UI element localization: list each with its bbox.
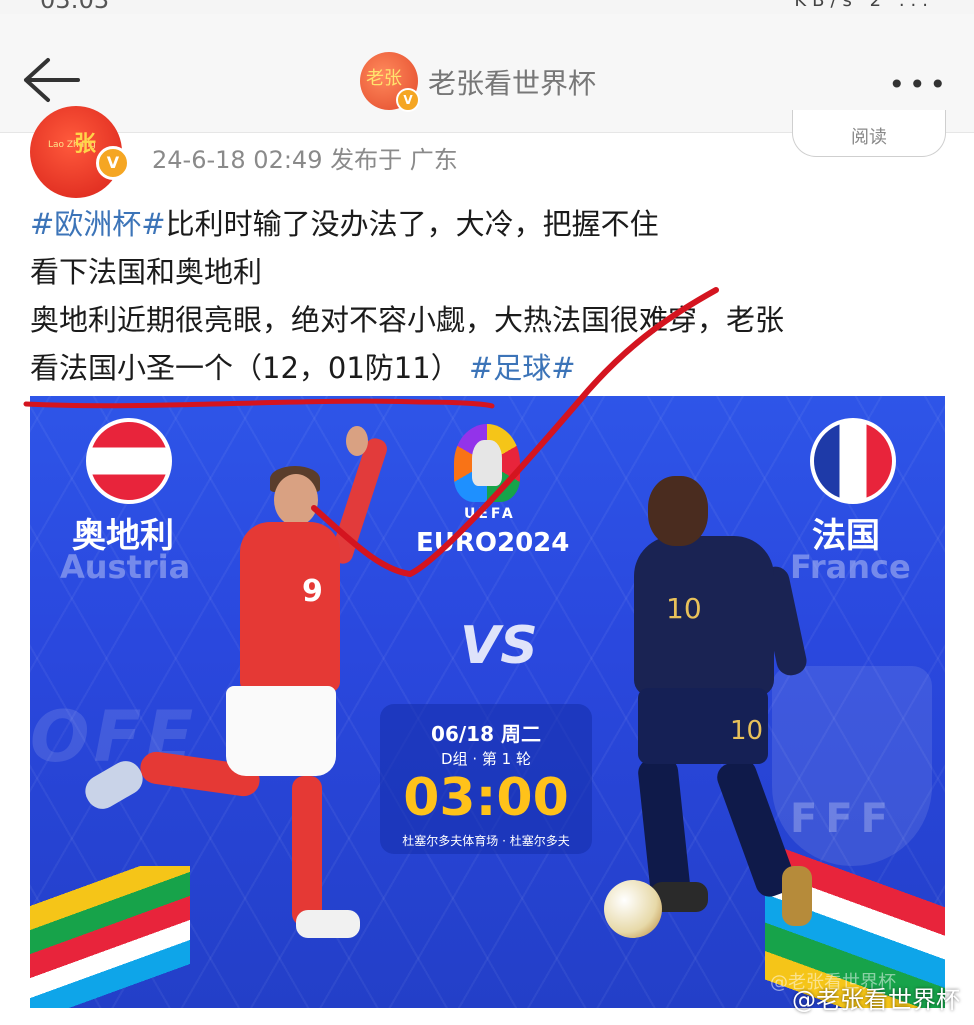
status-time: 03:03 <box>40 0 110 14</box>
post-meta: 24-6-18 02:49 发布于 广东 <box>152 146 458 174</box>
image-watermark: @老张看世界杯 <box>792 986 960 1014</box>
austria-player-leg <box>292 776 322 926</box>
euro-label: EURO2024 <box>416 528 570 558</box>
match-time: 03:00 <box>403 768 569 828</box>
post-line-3: 奥地利近期很亮眼，绝对不容小觑，大热法国很难穿，老张 <box>30 303 785 337</box>
match-info-box: 06/18 周二 D组 · 第 1 轮 03:00 杜塞尔多夫体育场 · 杜塞尔… <box>380 704 592 854</box>
back-button[interactable] <box>18 54 82 106</box>
hashtag-euro-cup[interactable]: #欧洲杯# <box>30 207 166 241</box>
post-line-1: #欧洲杯#比利时输了没办法了，大冷，把握不住 <box>30 200 950 248</box>
author-avatar-big-text: 张 <box>74 132 97 157</box>
post-line-4-text: 看法国小圣一个（12，01防11） <box>30 351 460 385</box>
more-button[interactable]: ••• <box>888 68 950 101</box>
stripes-left-decoration <box>30 866 190 1008</box>
austria-player-hand <box>346 426 368 456</box>
football-icon <box>604 880 662 938</box>
france-shorts-number: 10 <box>730 716 764 746</box>
france-player-head <box>648 476 708 546</box>
austria-player-body <box>240 522 340 692</box>
france-player-body <box>634 536 774 696</box>
post-body: #欧洲杯#比利时输了没办法了，大冷，把握不住 看下法国和奥地利 奥地利近期很亮眼… <box>30 200 950 392</box>
verified-badge-icon: V <box>396 88 420 112</box>
status-bar: 03:03 KB/s 2 ... <box>0 0 974 14</box>
match-poster-image[interactable]: OFE FFF 奥地利 Austria 法国 France UEFA EURO2… <box>30 396 945 1008</box>
austria-jersey-number: 9 <box>302 574 323 609</box>
header-title[interactable]: 老张看世界杯 <box>428 62 596 102</box>
austria-player-boot <box>296 910 360 938</box>
uefa-label: UEFA <box>464 506 516 522</box>
header-avatar[interactable]: 老张 V <box>360 52 420 112</box>
austria-flag-icon <box>86 418 172 504</box>
match-date: 06/18 周二 <box>431 722 541 746</box>
system-icons: KB/s 2 ... <box>794 0 934 11</box>
post-line-1-text: 比利时输了没办法了，大冷，把握不住 <box>165 207 659 241</box>
post-line-4: 看法国小圣一个（12，01防11） #足球# <box>30 344 950 392</box>
arrow-left-icon <box>24 58 80 102</box>
vs-label: VS <box>460 616 538 676</box>
team-right-name-en: France <box>790 548 911 586</box>
header-avatar-text: 老张 <box>366 68 402 89</box>
austria-player-shorts <box>226 686 336 776</box>
france-player-boot <box>782 866 812 926</box>
france-jersey-number: 10 <box>666 592 702 625</box>
match-venue: 杜塞尔多夫体育场 · 杜塞尔多夫 <box>402 834 570 848</box>
hashtag-football[interactable]: #足球# <box>469 351 576 385</box>
author-verified-icon: V <box>96 146 130 180</box>
euro-trophy-icon <box>454 424 520 502</box>
read-count-button[interactable]: 阅读 <box>792 110 946 157</box>
match-group: D组 · 第 1 轮 <box>441 750 531 768</box>
france-flag-icon <box>810 418 896 504</box>
team-left-name-en: Austria <box>60 548 191 586</box>
austria-player-head <box>274 474 318 526</box>
more-horizontal-icon: ••• <box>888 68 950 101</box>
post-line-2: 看下法国和奥地利 <box>30 255 263 289</box>
